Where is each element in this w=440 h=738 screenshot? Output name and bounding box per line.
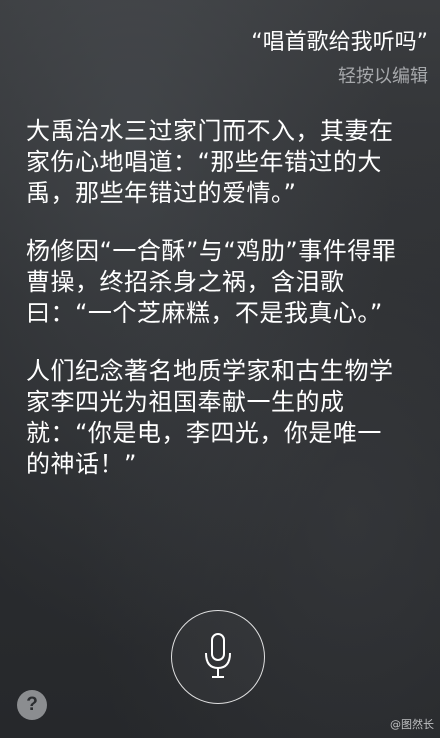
watermark: @图然长 <box>390 718 434 731</box>
answer-paragraph: 大禹治水三过家门而不入，其妻在家伤心地唱道：“那些年错过的大禹，那些年错过的爱情… <box>26 117 394 207</box>
microphone-icon <box>205 633 231 678</box>
answer-paragraph: 杨修因“一合酥”与“鸡肋”事件得罪曹操，终招杀身之祸，含泪歌曰：“一个芝麻糕，不… <box>26 237 397 327</box>
siri-answer: 大禹治水三过家门而不入，其妻在家伤心地唱道：“那些年错过的大禹，那些年错过的爱情… <box>26 116 398 507</box>
tap-to-edit-hint[interactable]: 轻按以编辑 <box>338 62 428 88</box>
microphone-button[interactable] <box>171 610 265 704</box>
answer-paragraph: 人们纪念著名地质学家和古生物学家李四光为祖国奉献一生的成就：“你是电，李四光，你… <box>26 357 394 478</box>
help-button[interactable]: ? <box>17 690 47 720</box>
user-query[interactable]: “唱首歌给我听吗” <box>251 24 428 56</box>
question-mark-icon: ? <box>26 694 38 715</box>
